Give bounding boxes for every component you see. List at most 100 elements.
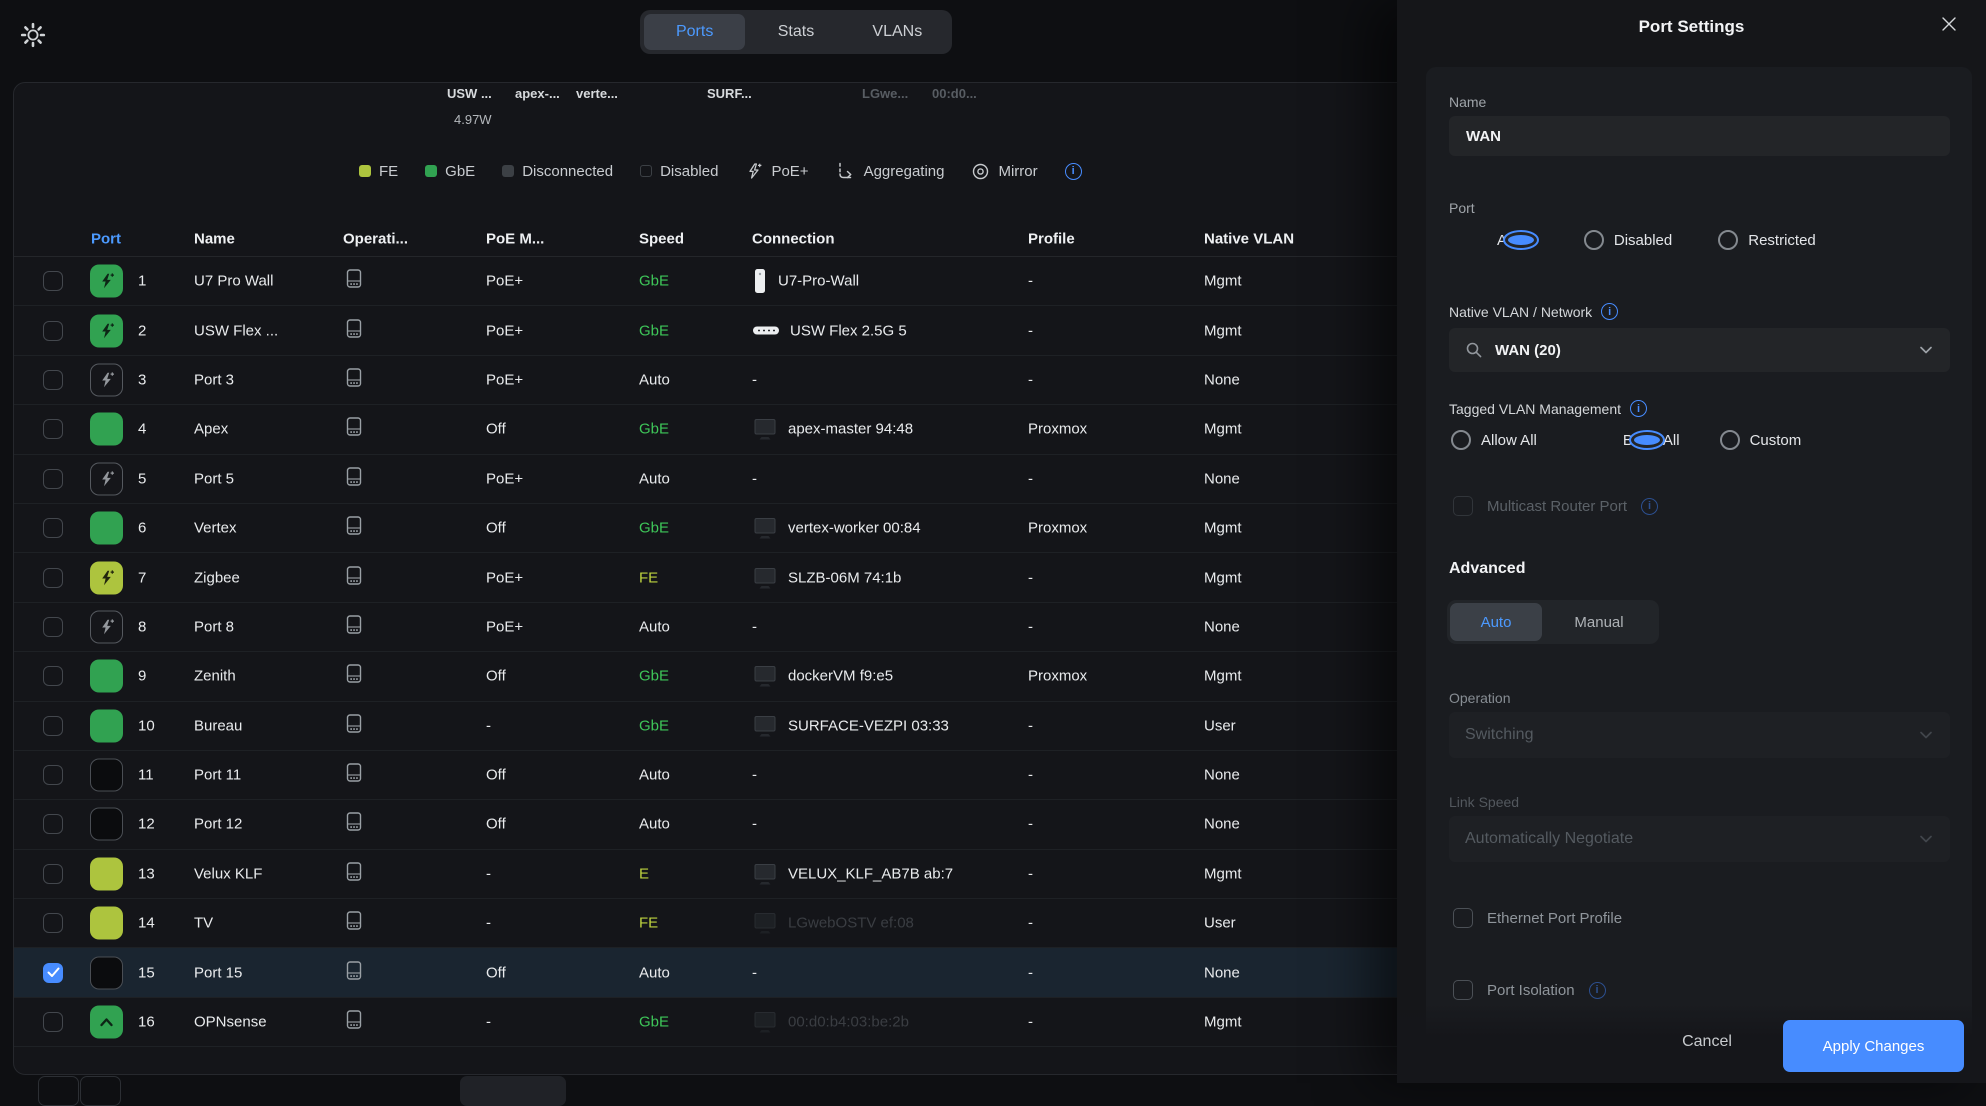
port-state-radio-disabled[interactable]: Disabled — [1584, 230, 1672, 250]
device-strip-label[interactable]: apex-... — [515, 86, 560, 101]
mode-auto-button[interactable]: Auto — [1450, 603, 1542, 641]
row-checkbox[interactable] — [43, 321, 63, 341]
device-strip-label[interactable]: LGwe... — [862, 86, 908, 101]
multicast-router-checkbox-row[interactable]: Multicast Router Port i — [1453, 496, 1658, 516]
mode-manual-button[interactable]: Manual — [1542, 603, 1656, 641]
client-device-icon — [752, 565, 778, 590]
row-checkbox[interactable] — [43, 765, 63, 785]
multicast-info-icon[interactable]: i — [1641, 498, 1658, 515]
device-strip-label[interactable]: SURF... — [707, 86, 752, 101]
pagination-next-button[interactable] — [80, 1076, 121, 1106]
radio-icon[interactable] — [1720, 430, 1740, 450]
link-speed-select[interactable]: Automatically Negotiate — [1449, 816, 1950, 862]
apply-changes-button[interactable]: Apply Changes — [1783, 1020, 1964, 1072]
row-checkbox[interactable] — [43, 963, 63, 983]
client-device-icon — [752, 516, 778, 541]
close-icon[interactable] — [1938, 13, 1960, 35]
client-device-icon — [752, 664, 778, 689]
profile: Proxmox — [1028, 520, 1087, 537]
legend-item: Disabled — [640, 163, 718, 180]
device-strip-label[interactable]: 00:d0... — [932, 86, 977, 101]
port-isolation-checkbox-row[interactable]: Port Isolation i — [1453, 980, 1606, 1000]
legend-info-icon[interactable]: i — [1065, 163, 1082, 180]
poe-mode: PoE+ — [486, 569, 523, 586]
link-speed-label: Link Speed — [1449, 794, 1519, 810]
operation-label: Operation — [1449, 690, 1510, 706]
column-header-operation[interactable]: Operati... — [343, 230, 408, 247]
column-header-native-vlan[interactable]: Native VLAN — [1204, 230, 1294, 247]
native-vlan-info-icon[interactable]: i — [1601, 303, 1618, 320]
pagination-page-button[interactable] — [460, 1076, 566, 1106]
tab-vlans[interactable]: VLANs — [847, 14, 948, 50]
multicast-router-checkbox[interactable] — [1453, 496, 1473, 516]
row-checkbox[interactable] — [43, 814, 63, 834]
device-strip-label[interactable]: verte... — [576, 86, 618, 101]
row-checkbox[interactable] — [43, 666, 63, 686]
radio-icon[interactable] — [1451, 430, 1471, 450]
row-checkbox[interactable] — [43, 518, 63, 538]
name-input[interactable] — [1449, 116, 1950, 156]
switch-device-icon — [344, 366, 364, 389]
tab-ports[interactable]: Ports — [644, 14, 745, 50]
speed: GbE — [639, 322, 669, 339]
column-header-connection[interactable]: Connection — [752, 230, 835, 247]
speed: FE — [639, 569, 658, 586]
ethernet-port-profile-checkbox-row[interactable]: Ethernet Port Profile — [1453, 908, 1622, 928]
poe-mode: Off — [486, 964, 506, 981]
switch-icon — [752, 324, 780, 338]
port-status-icon — [90, 462, 123, 495]
tagged-vlan-radio-custom[interactable]: Custom — [1720, 430, 1802, 450]
native-vlan: None — [1204, 371, 1240, 388]
profile: - — [1028, 767, 1033, 784]
column-header-speed[interactable]: Speed — [639, 230, 684, 247]
legend-item: Aggregating — [836, 162, 945, 180]
switch-device-icon — [344, 564, 364, 587]
row-checkbox[interactable] — [43, 370, 63, 390]
radio-icon[interactable] — [1629, 430, 1665, 450]
poe-mode: PoE+ — [486, 322, 523, 339]
row-checkbox[interactable] — [43, 568, 63, 588]
connection: apex-master 94:48 — [752, 417, 913, 442]
tagged-vlan-radio-allow-all[interactable]: Allow All — [1451, 430, 1537, 450]
pagination-prev-button[interactable] — [38, 1076, 79, 1106]
port-number: 8 — [138, 618, 146, 635]
tagged-vlan-radio-block-all[interactable]: Block All — [1577, 430, 1680, 450]
port-name: Port 12 — [194, 816, 242, 833]
port-isolation-checkbox[interactable] — [1453, 980, 1473, 1000]
port-state-radio-group: Active Disabled Restricted — [1451, 230, 1816, 250]
settings-gear-icon[interactable] — [20, 22, 46, 48]
port-state-radio-active[interactable]: Active — [1451, 230, 1538, 250]
cancel-button[interactable]: Cancel — [1669, 1033, 1745, 1051]
radio-icon[interactable] — [1503, 230, 1539, 250]
row-checkbox[interactable] — [43, 419, 63, 439]
operation-select[interactable]: Switching — [1449, 712, 1950, 758]
row-checkbox[interactable] — [43, 913, 63, 933]
profile: - — [1028, 717, 1033, 734]
ethernet-port-profile-checkbox[interactable] — [1453, 908, 1473, 928]
column-header-port[interactable]: Port — [91, 230, 121, 247]
row-checkbox[interactable] — [43, 864, 63, 884]
poe-mode: Off — [486, 421, 506, 438]
native-vlan-label: Native VLAN / Network i — [1449, 303, 1618, 320]
panel-footer: Cancel Apply Changes — [1397, 1003, 1986, 1083]
switch-device-icon — [344, 910, 364, 933]
port-state-radio-restricted[interactable]: Restricted — [1718, 230, 1816, 250]
connection: - — [752, 816, 757, 833]
radio-icon[interactable] — [1718, 230, 1738, 250]
row-checkbox[interactable] — [43, 716, 63, 736]
column-header-poe-mode[interactable]: PoE M... — [486, 230, 544, 247]
tab-stats[interactable]: Stats — [745, 14, 846, 50]
row-checkbox[interactable] — [43, 617, 63, 637]
device-strip-label[interactable]: USW ... — [447, 86, 492, 101]
row-checkbox[interactable] — [43, 271, 63, 291]
tagged-vlan-info-icon[interactable]: i — [1630, 400, 1647, 417]
native-vlan-select[interactable]: WAN (20) — [1449, 328, 1950, 372]
column-header-profile[interactable]: Profile — [1028, 230, 1075, 247]
column-header-name[interactable]: Name — [194, 230, 235, 247]
profile: - — [1028, 569, 1033, 586]
row-checkbox[interactable] — [43, 1012, 63, 1032]
connection: vertex-worker 00:84 — [752, 516, 921, 541]
radio-icon[interactable] — [1584, 230, 1604, 250]
port-isolation-info-icon[interactable]: i — [1589, 982, 1606, 999]
row-checkbox[interactable] — [43, 469, 63, 489]
